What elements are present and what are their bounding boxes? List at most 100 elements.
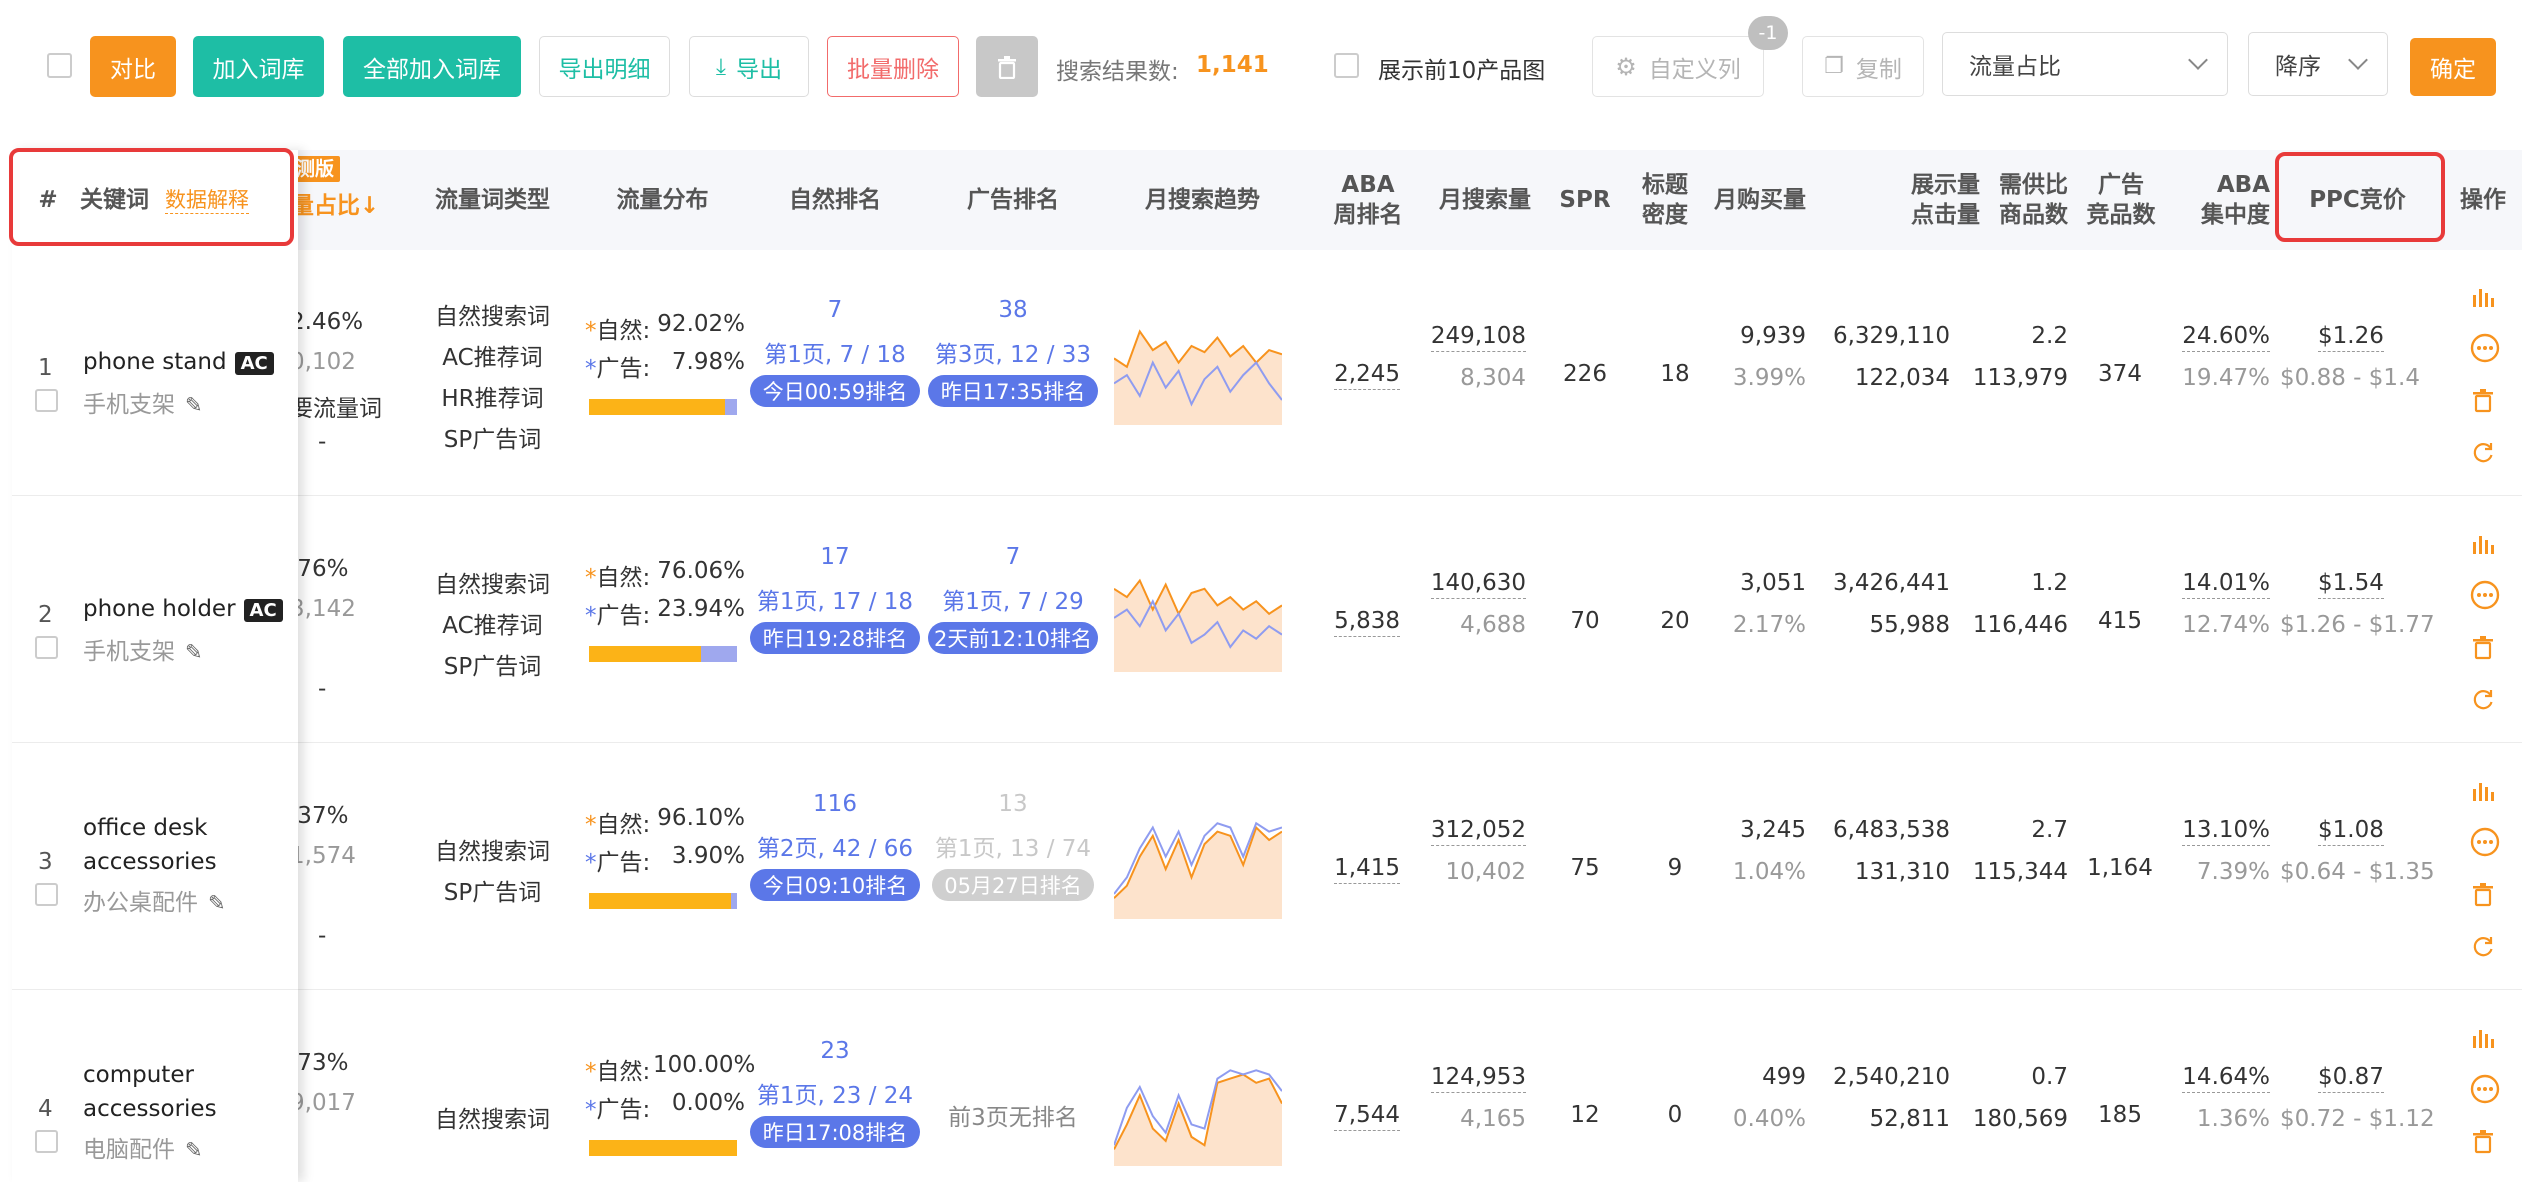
batch-delete-button[interactable]: 批量删除	[827, 36, 959, 97]
chart-bars-icon[interactable]	[2470, 777, 2500, 807]
more-options-icon[interactable]	[2470, 333, 2500, 363]
trash-icon[interactable]	[2470, 1128, 2500, 1158]
aba-rank-value[interactable]: 7,544	[1334, 1102, 1400, 1131]
result-count-label: 搜索结果数:	[1056, 59, 1179, 85]
type-item: 自然搜索词	[435, 1106, 550, 1133]
keyword[interactable]: phone stand AC	[83, 349, 274, 375]
edit-icon[interactable]: ✎	[208, 891, 226, 915]
chart-bars-icon[interactable]	[2470, 1024, 2500, 1054]
concentration-value[interactable]: 24.60%	[2182, 323, 2270, 352]
header-operations: 操作	[2460, 187, 2506, 213]
type-item: SP广告词	[443, 653, 542, 680]
confirm-button[interactable]: 确定	[2410, 38, 2496, 96]
ppc-value[interactable]: $0.87	[2318, 1064, 2384, 1093]
row-checkbox[interactable]	[35, 883, 58, 906]
natural-rank-page[interactable]: 第1页, 7 / 18	[750, 335, 920, 369]
ad-rank-number[interactable]: 7	[928, 544, 1098, 570]
show-top10-checkbox[interactable]	[1334, 53, 1359, 78]
copy-button[interactable]: ❐ 复制	[1802, 36, 1924, 97]
asterisk-icon: *	[585, 318, 597, 344]
row-index: 4	[38, 1096, 53, 1122]
natural-rank-page[interactable]: 第1页, 23 / 24	[750, 1076, 920, 1110]
trash-icon[interactable]	[2470, 881, 2500, 911]
monthly-search-value[interactable]: 124,953	[1430, 1064, 1526, 1093]
natural-rank-number[interactable]: 17	[750, 544, 920, 570]
concentration-value[interactable]: 13.10%	[2182, 817, 2270, 846]
natural-rank-number[interactable]: 23	[750, 1038, 920, 1064]
edit-icon[interactable]: ✎	[185, 393, 203, 417]
refresh-icon[interactable]	[2470, 933, 2500, 963]
dist-ad: *广告: 23.94%	[585, 596, 745, 630]
ad-rank-number[interactable]: 38	[928, 297, 1098, 323]
ad-rank-page[interactable]: 第1页, 7 / 29	[928, 582, 1098, 616]
sort-order-select[interactable]: 降序	[2248, 32, 2388, 96]
aba-rank-value[interactable]: 5,838	[1334, 608, 1400, 637]
more-options-icon[interactable]	[2470, 1074, 2500, 1104]
chart-bars-icon[interactable]	[2470, 283, 2500, 313]
type-item: AC推荐词	[442, 345, 543, 371]
monthly-search-value[interactable]: 249,108	[1430, 323, 1526, 352]
gear-icon: ⚙	[1615, 52, 1637, 81]
dist-natural: *自然: 92.02%	[585, 311, 745, 345]
header-aba-rank: ABA 周排名	[1318, 150, 1418, 250]
monthly-trend-chart[interactable]	[1114, 568, 1282, 672]
header-trend: 月搜索趋势	[1145, 187, 1260, 213]
custom-columns-button[interactable]: ⚙ 自定义列	[1592, 36, 1764, 97]
sort-field-select[interactable]: 流量占比	[1942, 32, 2228, 96]
row-checkbox[interactable]	[35, 389, 58, 412]
keyword[interactable]: phone holder AC	[83, 596, 283, 622]
ppc-value[interactable]: $1.54	[2318, 570, 2384, 599]
ad-rank-page[interactable]: 第3页, 12 / 33	[928, 335, 1098, 369]
aba-rank-value[interactable]: 2,245	[1334, 361, 1400, 390]
row-checkbox[interactable]	[35, 1130, 58, 1153]
row-checkbox[interactable]	[35, 636, 58, 659]
keyword-translation-text: 手机支架	[83, 392, 175, 418]
ppc-value[interactable]: $1.26	[2318, 323, 2384, 352]
supply-demand-sub: 116,446	[1972, 612, 2068, 638]
chart-bars-icon[interactable]	[2470, 530, 2500, 560]
header-monthly-search: 月搜索量	[1439, 187, 1531, 213]
trash-icon[interactable]	[2470, 387, 2500, 417]
export-button[interactable]: ⤓ 导出	[689, 36, 809, 97]
keyword-line2[interactable]: accessories	[83, 1096, 217, 1122]
natural-rank-number[interactable]: 116	[750, 791, 920, 817]
ad-rank-time-pill: 05月27日排名	[932, 869, 1094, 901]
natural-rank-page[interactable]: 第2页, 42 / 66	[750, 829, 920, 863]
monthly-trend-chart[interactable]	[1114, 815, 1282, 919]
delete-button[interactable]	[976, 36, 1038, 97]
edit-icon[interactable]: ✎	[185, 640, 203, 664]
natural-rank-page[interactable]: 第1页, 17 / 18	[750, 582, 920, 616]
ad-rank-number[interactable]: 13	[928, 791, 1098, 817]
monthly-search-value[interactable]: 312,052	[1430, 817, 1526, 846]
concentration-value[interactable]: 14.64%	[2182, 1064, 2270, 1093]
header-share[interactable]: 测版 量占比↓	[290, 150, 380, 250]
dist-ad-label: 广告:	[596, 603, 651, 629]
export-detail-button[interactable]: 导出明细	[539, 36, 670, 97]
monthly-search-value[interactable]: 140,630	[1430, 570, 1526, 599]
compare-button[interactable]: 对比	[90, 36, 176, 97]
dist-natural-label: 自然:	[596, 318, 651, 344]
asterisk-icon: *	[585, 565, 597, 591]
clicks-value: 131,310	[1854, 859, 1950, 885]
natural-rank-number[interactable]: 7	[750, 297, 920, 323]
edit-icon[interactable]: ✎	[185, 1138, 203, 1162]
trash-icon[interactable]	[2470, 634, 2500, 664]
monthly-trend-chart[interactable]	[1114, 321, 1282, 425]
keyword-line2[interactable]: accessories	[83, 849, 217, 875]
add-all-to-library-button[interactable]: 全部加入词库	[343, 36, 521, 97]
aba-rank-value[interactable]: 1,415	[1334, 855, 1400, 884]
concentration-value[interactable]: 14.01%	[2182, 570, 2270, 599]
monthly-trend-chart[interactable]	[1114, 1062, 1282, 1166]
select-all-checkbox[interactable]	[47, 53, 72, 78]
keyword[interactable]: computer	[83, 1062, 194, 1088]
more-options-icon[interactable]	[2470, 827, 2500, 857]
more-options-icon[interactable]	[2470, 580, 2500, 610]
header-share-label: 量占比↓	[290, 193, 380, 219]
ppc-value[interactable]: $1.08	[2318, 817, 2384, 846]
refresh-icon[interactable]	[2470, 686, 2500, 716]
keyword[interactable]: office desk	[83, 815, 207, 841]
ad-rank-page[interactable]: 第1页, 13 / 74	[928, 829, 1098, 863]
refresh-icon[interactable]	[2470, 439, 2500, 469]
row-index: 3	[38, 849, 53, 875]
add-to-library-button[interactable]: 加入词库	[193, 36, 324, 97]
